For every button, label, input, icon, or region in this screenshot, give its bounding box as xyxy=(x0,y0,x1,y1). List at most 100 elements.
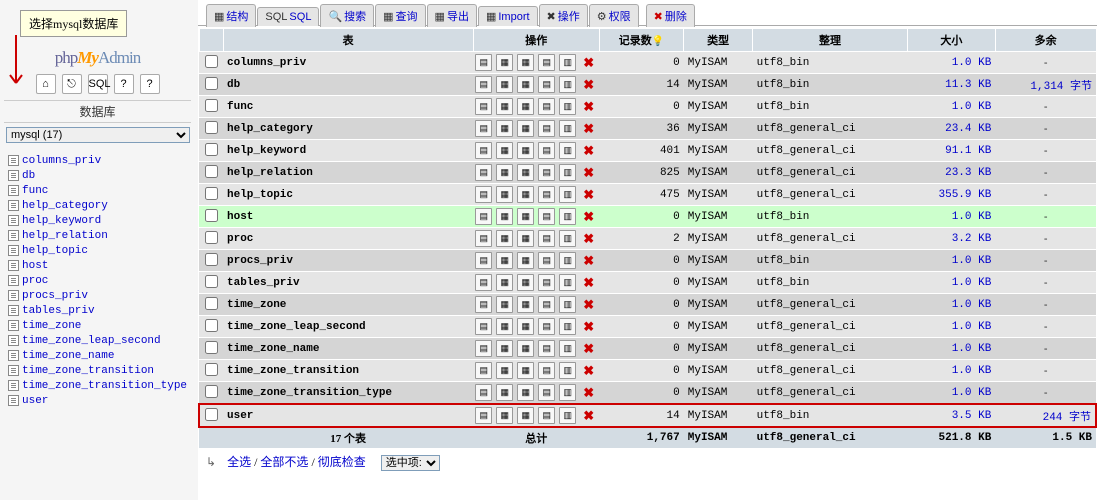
op-icon-1[interactable]: ▦ xyxy=(496,76,513,93)
op-icon-4[interactable]: ▥ xyxy=(559,76,576,93)
header-table[interactable]: 表 xyxy=(223,29,473,52)
sidebar-item-time_zone_transition_type[interactable]: time_zone_transition_type xyxy=(8,378,187,393)
nav-icon-2[interactable]: SQL xyxy=(88,74,108,94)
nav-icon-0[interactable]: ⌂ xyxy=(36,74,56,94)
sidebar-item-func[interactable]: func xyxy=(8,183,187,198)
op-icon-5[interactable]: ✖ xyxy=(580,120,597,137)
op-icon-3[interactable]: ▤ xyxy=(538,186,555,203)
op-icon-3[interactable]: ▤ xyxy=(538,362,555,379)
cell-name[interactable]: help_topic xyxy=(223,184,473,206)
op-icon-3[interactable]: ▤ xyxy=(538,384,555,401)
op-icon-0[interactable]: ▤ xyxy=(475,340,492,357)
sidebar-item-help_relation[interactable]: help_relation xyxy=(8,228,187,243)
sidebar-table-link[interactable]: proc xyxy=(22,275,48,287)
tab-查询[interactable]: ▦查询 xyxy=(375,4,425,27)
op-icon-0[interactable]: ▤ xyxy=(475,407,492,424)
op-icon-2[interactable]: ▦ xyxy=(517,274,534,291)
cell-size[interactable]: 23.4 KB xyxy=(907,118,995,140)
op-icon-2[interactable]: ▦ xyxy=(517,296,534,313)
select-none-link[interactable]: 全部不选 xyxy=(260,455,308,469)
cell-size[interactable]: 23.3 KB xyxy=(907,162,995,184)
op-icon-2[interactable]: ▦ xyxy=(517,164,534,181)
tab-删除[interactable]: ✖删除 xyxy=(646,4,695,27)
op-icon-1[interactable]: ▦ xyxy=(496,384,513,401)
row-checkbox[interactable] xyxy=(205,297,218,310)
op-icon-4[interactable]: ▥ xyxy=(559,362,576,379)
sidebar-table-link[interactable]: procs_priv xyxy=(22,290,88,302)
sidebar-table-link[interactable]: time_zone_name xyxy=(22,350,114,362)
op-icon-0[interactable]: ▤ xyxy=(475,208,492,225)
op-icon-2[interactable]: ▦ xyxy=(517,318,534,335)
op-icon-4[interactable]: ▥ xyxy=(559,98,576,115)
op-icon-1[interactable]: ▦ xyxy=(496,98,513,115)
cell-name[interactable]: help_category xyxy=(223,118,473,140)
op-icon-3[interactable]: ▤ xyxy=(538,164,555,181)
cell-size[interactable]: 1.0 KB xyxy=(907,96,995,118)
sidebar-item-time_zone[interactable]: time_zone xyxy=(8,318,187,333)
op-icon-2[interactable]: ▦ xyxy=(517,230,534,247)
cell-name[interactable]: time_zone_transition_type xyxy=(223,382,473,405)
op-icon-1[interactable]: ▦ xyxy=(496,120,513,137)
row-checkbox[interactable] xyxy=(205,209,218,222)
sidebar-table-link[interactable]: columns_priv xyxy=(22,155,101,167)
op-icon-0[interactable]: ▤ xyxy=(475,296,492,313)
op-icon-2[interactable]: ▦ xyxy=(517,407,534,424)
op-icon-2[interactable]: ▦ xyxy=(517,142,534,159)
op-icon-5[interactable]: ✖ xyxy=(580,76,597,93)
op-icon-0[interactable]: ▤ xyxy=(475,384,492,401)
op-icon-5[interactable]: ✖ xyxy=(580,142,597,159)
op-icon-4[interactable]: ▥ xyxy=(559,54,576,71)
op-icon-0[interactable]: ▤ xyxy=(475,274,492,291)
op-icon-2[interactable]: ▦ xyxy=(517,98,534,115)
op-icon-5[interactable]: ✖ xyxy=(580,54,597,71)
sidebar-table-link[interactable]: help_topic xyxy=(22,245,88,257)
op-icon-2[interactable]: ▦ xyxy=(517,340,534,357)
row-checkbox[interactable] xyxy=(205,165,218,178)
op-icon-0[interactable]: ▤ xyxy=(475,186,492,203)
row-checkbox[interactable] xyxy=(205,77,218,90)
cell-name[interactable]: host xyxy=(223,206,473,228)
cell-name[interactable]: db xyxy=(223,74,473,96)
op-icon-4[interactable]: ▥ xyxy=(559,274,576,291)
sidebar-item-help_category[interactable]: help_category xyxy=(8,198,187,213)
header-collation[interactable]: 整理 xyxy=(753,29,908,52)
cell-name[interactable]: user xyxy=(223,404,473,427)
op-icon-1[interactable]: ▦ xyxy=(496,296,513,313)
header-extra[interactable]: 多余 xyxy=(995,29,1096,52)
cell-size[interactable]: 11.3 KB xyxy=(907,74,995,96)
op-icon-0[interactable]: ▤ xyxy=(475,318,492,335)
op-icon-3[interactable]: ▤ xyxy=(538,318,555,335)
sidebar-table-link[interactable]: tables_priv xyxy=(22,305,95,317)
op-icon-2[interactable]: ▦ xyxy=(517,362,534,379)
op-icon-2[interactable]: ▦ xyxy=(517,76,534,93)
header-size[interactable]: 大小 xyxy=(907,29,995,52)
row-checkbox[interactable] xyxy=(205,99,218,112)
sidebar-table-link[interactable]: func xyxy=(22,185,48,197)
row-checkbox[interactable] xyxy=(205,408,218,421)
op-icon-0[interactable]: ▤ xyxy=(475,98,492,115)
op-icon-1[interactable]: ▦ xyxy=(496,318,513,335)
tab-结构[interactable]: ▦结构 xyxy=(206,4,256,27)
cell-name[interactable]: help_keyword xyxy=(223,140,473,162)
op-icon-1[interactable]: ▦ xyxy=(496,252,513,269)
op-icon-0[interactable]: ▤ xyxy=(475,120,492,137)
row-checkbox[interactable] xyxy=(205,319,218,332)
cell-name[interactable]: tables_priv xyxy=(223,272,473,294)
cell-size[interactable]: 1.0 KB xyxy=(907,338,995,360)
op-icon-4[interactable]: ▥ xyxy=(559,252,576,269)
op-icon-5[interactable]: ✖ xyxy=(580,340,597,357)
op-icon-0[interactable]: ▤ xyxy=(475,54,492,71)
op-icon-0[interactable]: ▤ xyxy=(475,76,492,93)
cell-size[interactable]: 1.0 KB xyxy=(907,360,995,382)
op-icon-5[interactable]: ✖ xyxy=(580,362,597,379)
op-icon-2[interactable]: ▦ xyxy=(517,120,534,137)
op-icon-5[interactable]: ✖ xyxy=(580,296,597,313)
sidebar-table-link[interactable]: time_zone_transition xyxy=(22,365,154,377)
cell-size[interactable]: 3.2 KB xyxy=(907,228,995,250)
op-icon-2[interactable]: ▦ xyxy=(517,186,534,203)
cell-size[interactable]: 1.0 KB xyxy=(907,382,995,405)
op-icon-3[interactable]: ▤ xyxy=(538,340,555,357)
row-checkbox[interactable] xyxy=(205,363,218,376)
cell-name[interactable]: func xyxy=(223,96,473,118)
sidebar-item-user[interactable]: user xyxy=(8,393,187,408)
